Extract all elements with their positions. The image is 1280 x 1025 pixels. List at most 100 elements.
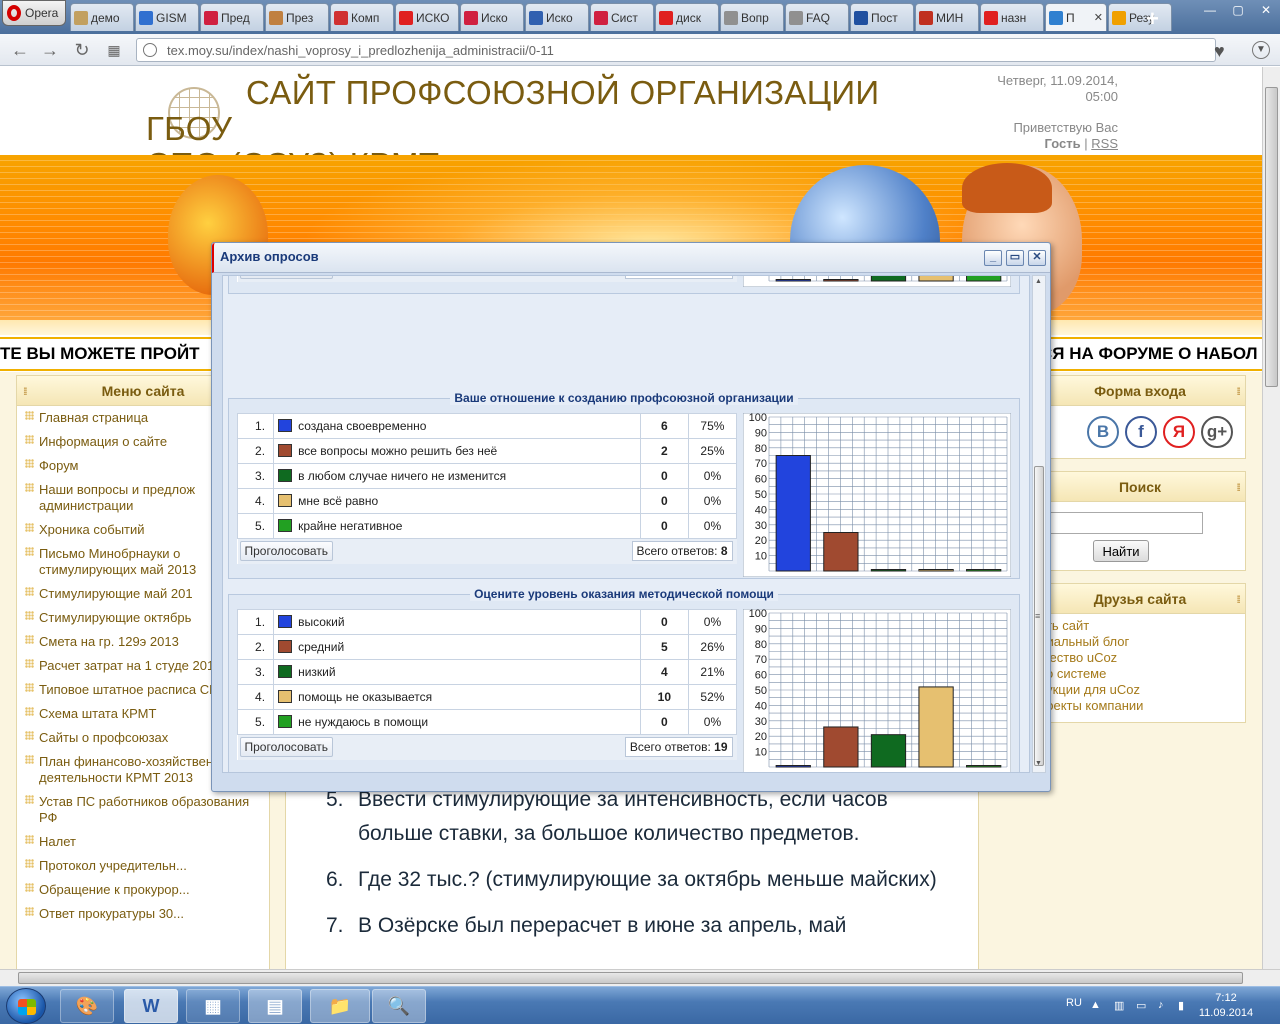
poll-option-percent: 0%	[687, 463, 738, 489]
url-field[interactable]: tex.moy.su/index/nashi_voprosy_i_predloz…	[136, 38, 1216, 62]
menu-item[interactable]: Протокол учредительн...	[23, 858, 269, 874]
reload-icon[interactable]: ↻	[70, 39, 94, 61]
monitor-icon[interactable]: ▭	[1136, 999, 1150, 1013]
forward-arrow-icon[interactable]: →	[38, 39, 62, 61]
network-icon[interactable]: ▥	[1114, 999, 1128, 1013]
browser-tab[interactable]: През	[265, 3, 329, 31]
search-button[interactable]: Найти	[1093, 540, 1149, 562]
menu-item[interactable]: Ответ прокуратуры 30...	[23, 906, 269, 922]
menu-item[interactable]: Обращение к прокурор...	[23, 882, 269, 898]
yandex-icon[interactable]: Я	[1163, 416, 1195, 448]
maximize-icon[interactable]: ▢	[1224, 0, 1252, 20]
tab-favicon-icon	[529, 10, 543, 25]
date-time: Четверг, 11.09.2014, 05:00	[960, 73, 1118, 105]
tab-favicon-icon	[724, 10, 738, 25]
vk-icon[interactable]: В	[1087, 416, 1119, 448]
friend-link[interactable]: роекты компании	[1039, 698, 1241, 714]
search-input[interactable]	[1035, 512, 1203, 534]
google-plus-icon[interactable]: g+	[1201, 416, 1233, 448]
power-icon[interactable]: ▮	[1178, 999, 1192, 1013]
new-tab-icon[interactable]: +	[1146, 6, 1159, 32]
total-answers: Всего ответов: 19	[624, 737, 733, 758]
poll-row-number: 4.	[236, 684, 275, 710]
browser-tab[interactable]: GISM	[135, 3, 199, 31]
scroll-up-icon[interactable]: ▲	[1035, 278, 1042, 285]
browser-tab[interactable]: Пред	[200, 3, 264, 31]
browser-tab[interactable]: Иско	[460, 3, 524, 31]
poll-row: 2. все вопросы можно решить без неё 2 25%	[236, 438, 738, 464]
poll-option-count: 5	[639, 634, 689, 660]
clock[interactable]: 7:12 11.09.2014	[1196, 991, 1256, 1021]
vote-button[interactable]: Проголосовать	[239, 541, 334, 562]
document-icon[interactable]: ▤	[248, 989, 302, 1023]
browser-tab[interactable]: FAQ	[785, 3, 849, 31]
browser-tab[interactable]: демо	[70, 3, 134, 31]
browser-tab[interactable]: МИН	[915, 3, 979, 31]
poll-option-percent: 21%	[687, 659, 738, 685]
popup-close-icon[interactable]: ✕	[1028, 250, 1046, 266]
facebook-icon[interactable]: f	[1125, 416, 1157, 448]
poll-option: средний	[273, 634, 641, 660]
browser-tab[interactable]: Сист	[590, 3, 654, 31]
vote-button[interactable]: Проголосовать	[239, 737, 334, 758]
tab-close-icon[interactable]: ✕	[1094, 11, 1103, 24]
popup-title-bar[interactable]: Архив опросов _ ▭ ✕	[212, 243, 1050, 273]
poll-option-percent: 25%	[687, 438, 738, 464]
browser-tab[interactable]: Иско	[525, 3, 589, 31]
minimize-icon[interactable]: —	[1196, 0, 1224, 20]
poll-bar-chart: 100908070605040302010	[743, 276, 1011, 287]
friend-link[interactable]: циальный блог	[1039, 634, 1241, 650]
content-list-item: 6. Где 32 тыс.? (стимулирующие за октябрь…	[326, 863, 966, 897]
popup-minimize-icon[interactable]: _	[984, 250, 1002, 266]
polls-archive-window: Архив опросов _ ▭ ✕ 3.удовлетворительно3…	[211, 242, 1051, 792]
popup-scrollbar[interactable]: ▲ ≡ ▼	[1032, 275, 1046, 773]
popup-maximize-icon[interactable]: ▭	[1006, 250, 1024, 266]
site-info-icon[interactable]	[143, 43, 157, 57]
word-icon[interactable]: W	[124, 989, 178, 1023]
menu-item[interactable]: Устав ПС работников образования РФ	[23, 794, 269, 826]
scroll-down-icon[interactable]: ▼	[1035, 760, 1042, 767]
poll-option-label: помощь не оказывается	[298, 690, 433, 704]
browser-tab[interactable]: Пост	[850, 3, 914, 31]
browser-tab[interactable]: Комп	[330, 3, 394, 31]
chart-bar	[823, 279, 859, 282]
friend-link[interactable]: по системе	[1039, 666, 1241, 682]
color-swatch	[278, 715, 293, 728]
close-icon[interactable]: ✕	[1252, 0, 1280, 20]
guest-link[interactable]: Гость	[1045, 136, 1081, 151]
poll-row: 5. крайне негативное 0 0%	[236, 513, 738, 539]
page-vertical-scrollbar[interactable]	[1262, 67, 1280, 969]
friend-link[interactable]: щество uCoz	[1039, 650, 1241, 666]
back-arrow-icon[interactable]: ←	[8, 39, 32, 61]
browser-tab[interactable]: диск	[655, 3, 719, 31]
volume-icon[interactable]: ♪	[1158, 999, 1172, 1013]
windows-logo-icon	[18, 999, 36, 1015]
poll-option-label: мне всё равно	[298, 494, 379, 508]
page-horizontal-scrollbar[interactable]	[0, 969, 1280, 986]
paint-icon[interactable]: 🎨	[60, 989, 114, 1023]
explorer-icon[interactable]: 📁	[310, 989, 370, 1023]
calculator-icon[interactable]: ▦	[186, 989, 240, 1023]
vote-button[interactable]: Проголосовать	[239, 276, 334, 280]
browser-tab[interactable]: П ✕	[1045, 3, 1107, 31]
tray-arrow-icon[interactable]: ▲	[1090, 999, 1104, 1013]
language-indicator[interactable]: RU	[1066, 997, 1082, 1009]
start-button[interactable]	[6, 988, 46, 1024]
color-swatch	[278, 469, 293, 482]
friend-link[interactable]: рукции для uCoz	[1039, 682, 1241, 698]
browser-tab[interactable]: назн	[980, 3, 1044, 31]
browser-tab[interactable]: ИСКО	[395, 3, 459, 31]
browser-tab-bar: Opera демо GISM Пред През Комп ИСКО Иско Иско Си…	[0, 0, 1280, 34]
browser-tab[interactable]: Вопр	[720, 3, 784, 31]
rss-link[interactable]: RSS	[1091, 136, 1118, 151]
opera-menu-button[interactable]: Opera	[2, 0, 66, 26]
magnifier-icon[interactable]: 🔍	[372, 989, 426, 1023]
login-title: Форма входа	[1094, 383, 1186, 399]
friend-link[interactable]: ать сайт	[1039, 618, 1241, 634]
download-icon[interactable]: ▼	[1252, 41, 1270, 59]
bookmark-heart-icon[interactable]: ♥	[1214, 41, 1225, 62]
y-tick-label: 40	[755, 504, 767, 516]
browser-tab[interactable]: Резу	[1108, 3, 1172, 31]
menu-item[interactable]: Налет	[23, 834, 269, 850]
speed-dial-icon[interactable]: ▦	[102, 39, 126, 61]
